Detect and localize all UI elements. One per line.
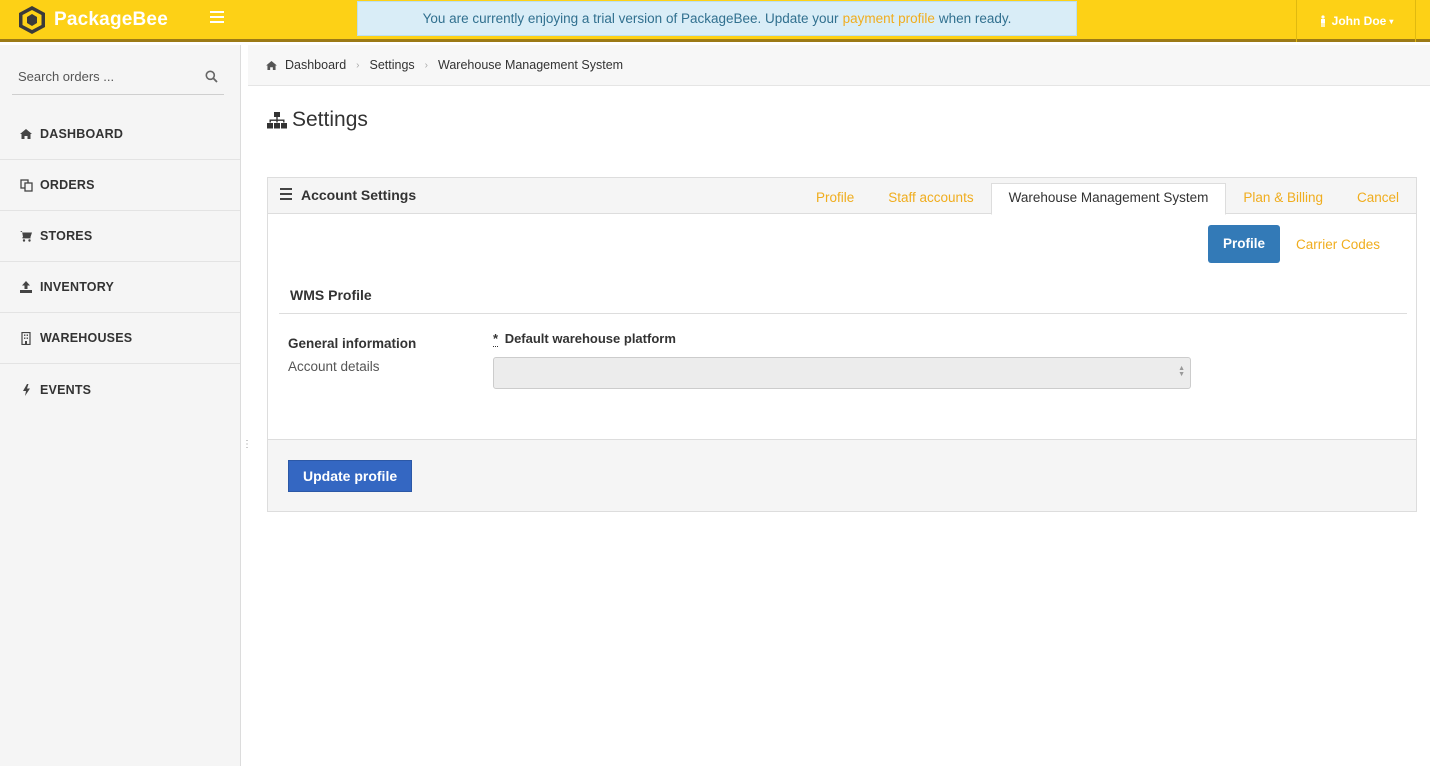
sidebar-resize-handle[interactable]: ⋮: [242, 440, 252, 450]
tab-staff-accounts[interactable]: Staff accounts: [871, 183, 990, 214]
cart-icon: [18, 229, 34, 243]
hexagon-bee-logo-icon: [19, 6, 45, 34]
page-title-text: Settings: [292, 108, 368, 131]
panel-title: Account Settings: [280, 187, 416, 203]
breadcrumb-dashboard[interactable]: Dashboard: [285, 58, 346, 72]
sidebar-item-orders[interactable]: ORDERS: [0, 160, 240, 211]
chevron-right-icon: ›: [356, 59, 360, 71]
tab-plan-billing[interactable]: Plan & Billing: [1226, 183, 1340, 214]
sidebar-item-inventory[interactable]: INVENTORY: [0, 262, 240, 313]
search-box: [12, 59, 224, 95]
sidebar-item-label: INVENTORY: [40, 280, 115, 294]
trial-text-prefix: You are currently enjoying a trial versi…: [422, 11, 839, 26]
sidebar-item-events[interactable]: EVENTS: [0, 364, 240, 415]
subtab-profile-button[interactable]: Profile: [1208, 225, 1281, 263]
user-icon: [1320, 15, 1325, 27]
required-mark: *: [493, 331, 499, 347]
building-icon: [18, 331, 34, 345]
update-profile-button[interactable]: Update profile: [288, 460, 413, 492]
tab-cancel[interactable]: Cancel: [1340, 183, 1416, 214]
sidebar-item-label: STORES: [40, 229, 93, 243]
top-navbar: PackageBee You are currently enjoying a …: [0, 0, 1430, 42]
user-name: John Doe: [1331, 14, 1387, 28]
settings-tabs: Profile Staff accounts Warehouse Managem…: [799, 183, 1416, 215]
upload-icon: [18, 280, 34, 294]
panel-title-text: Account Settings: [301, 187, 417, 203]
copy-icon: [18, 178, 34, 192]
section-divider: [279, 313, 1407, 314]
chevron-down-icon: ▾: [1389, 16, 1394, 26]
panel-footer: Update profile: [268, 439, 1416, 511]
chevron-right-icon: ›: [424, 59, 429, 71]
search-icon[interactable]: [205, 70, 218, 83]
default-warehouse-platform-label: * Default warehouse platform: [493, 331, 676, 347]
sidebar-item-label: EVENTS: [40, 382, 92, 397]
section-title: WMS Profile: [290, 287, 372, 303]
bolt-icon: [18, 383, 34, 397]
search-input[interactable]: [12, 69, 192, 84]
home-icon: [18, 127, 34, 141]
account-settings-panel: Account Settings Profile Staff accounts …: [267, 177, 1417, 512]
sitemap-icon: [267, 111, 287, 128]
tab-profile[interactable]: Profile: [799, 183, 871, 214]
breadcrumb: Dashboard › Settings › Warehouse Managem…: [248, 45, 1430, 86]
default-warehouse-platform-select[interactable]: ▲ ▼: [493, 357, 1191, 389]
tab-warehouse-management-system[interactable]: Warehouse Management System: [990, 183, 1227, 215]
sidebar-item-dashboard[interactable]: DASHBOARD: [0, 109, 240, 160]
sidebar-item-label: DASHBOARD: [40, 127, 124, 141]
breadcrumb-current: Warehouse Management System: [438, 58, 624, 72]
wms-subtabs: Profile Carrier Codes: [1208, 225, 1380, 263]
sidebar-item-stores[interactable]: STORES: [0, 211, 240, 262]
list-icon: [280, 187, 292, 203]
sidebar-item-label: WAREHOUSES: [40, 331, 133, 345]
brand-name: PackageBee: [54, 9, 168, 30]
subtab-carrier-codes[interactable]: Carrier Codes: [1296, 237, 1380, 252]
group-label: General information: [288, 336, 417, 351]
hamburger-icon[interactable]: [210, 11, 224, 25]
breadcrumb-settings[interactable]: Settings: [370, 58, 415, 72]
brand-logo[interactable]: PackageBee: [16, 4, 168, 36]
sidebar-nav: DASHBOARD ORDERS STORES INVENTORY WAREHO…: [0, 109, 240, 415]
group-sublabel: Account details: [288, 359, 380, 374]
trial-text-suffix: when ready.: [938, 11, 1012, 26]
user-menu[interactable]: John Doe ▾: [1296, 0, 1416, 42]
trial-banner: You are currently enjoying a trial versi…: [357, 1, 1077, 36]
sidebar: DASHBOARD ORDERS STORES INVENTORY WAREHO…: [0, 45, 241, 766]
home-icon[interactable]: [266, 60, 277, 70]
panel-header: Account Settings Profile Staff accounts …: [268, 178, 1416, 215]
page-title: Settings: [267, 108, 368, 132]
sidebar-item-label: ORDERS: [40, 178, 95, 192]
sidebar-item-warehouses[interactable]: WAREHOUSES: [0, 313, 240, 364]
payment-profile-link[interactable]: payment profile: [843, 11, 935, 26]
select-arrows-icon: ▲ ▼: [1178, 365, 1185, 378]
field-label-text: Default warehouse platform: [504, 331, 676, 346]
